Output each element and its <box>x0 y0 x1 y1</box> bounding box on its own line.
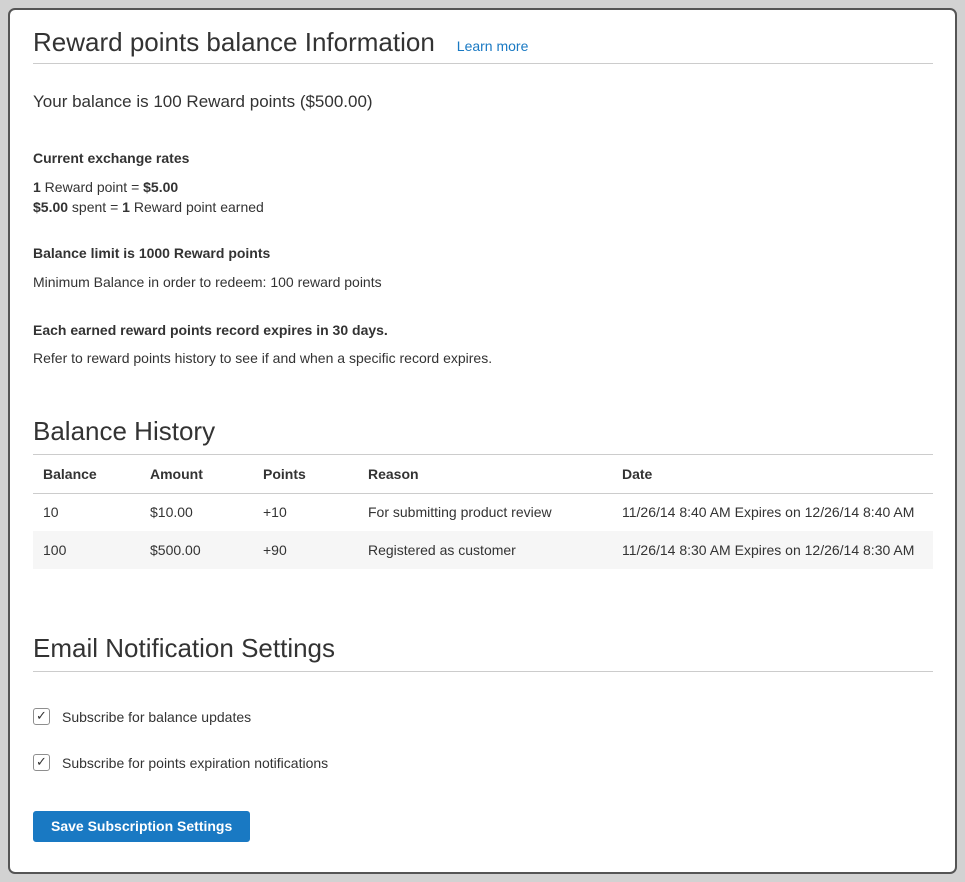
column-header-date: Date <box>612 455 933 493</box>
column-header-balance: Balance <box>33 455 140 493</box>
balance-updates-checkbox[interactable]: ✓ <box>33 708 50 725</box>
reward-points-card: Reward points balance Information Learn … <box>8 8 957 874</box>
balance-updates-option: ✓ Subscribe for balance updates <box>33 708 933 725</box>
table-row: 100 $500.00 +90 Registered as customer 1… <box>33 531 933 569</box>
header-divider <box>33 63 933 64</box>
cell-balance: 100 <box>33 531 140 569</box>
points-expiration-option: ✓ Subscribe for points expiration notifi… <box>33 754 933 771</box>
balance-history-heading: Balance History <box>33 414 933 448</box>
expiration-notice: Each earned reward points record expires… <box>33 320 933 340</box>
header-row: Reward points balance Information Learn … <box>33 23 933 61</box>
save-subscription-settings-button[interactable]: Save Subscription Settings <box>33 811 250 842</box>
cell-balance: 10 <box>33 493 140 531</box>
table-header-row: Balance Amount Points Reason Date <box>33 455 933 493</box>
email-notification-divider <box>33 671 933 672</box>
exchange-rates-lines: 1 Reward point = $5.00 $5.00 spent = 1 R… <box>33 178 933 217</box>
column-header-amount: Amount <box>140 455 253 493</box>
page-title: Reward points balance Information <box>33 23 435 61</box>
page-background: Reward points balance Information Learn … <box>0 0 965 882</box>
cell-points: +90 <box>253 531 358 569</box>
balance-history-table: Balance Amount Points Reason Date 10 $10… <box>33 455 933 569</box>
exchange-rates-heading: Current exchange rates <box>33 148 933 168</box>
cell-reason: For submitting product review <box>358 493 612 531</box>
checkmark-icon: ✓ <box>36 709 47 722</box>
email-notification-heading: Email Notification Settings <box>33 631 933 665</box>
column-header-points: Points <box>253 455 358 493</box>
checkmark-icon: ✓ <box>36 755 47 768</box>
cell-reason: Registered as customer <box>358 531 612 569</box>
cell-amount: $500.00 <box>140 531 253 569</box>
cell-date: 11/26/14 8:30 AM Expires on 12/26/14 8:3… <box>612 531 933 569</box>
points-expiration-label[interactable]: Subscribe for points expiration notifica… <box>62 755 328 771</box>
balance-updates-label[interactable]: Subscribe for balance updates <box>62 709 251 725</box>
balance-limit-text: Balance limit is 1000 Reward points <box>33 243 933 263</box>
rate-currency-to-point: $5.00 spent = 1 Reward point earned <box>33 199 264 215</box>
table-row: 10 $10.00 +10 For submitting product rev… <box>33 493 933 531</box>
points-expiration-checkbox[interactable]: ✓ <box>33 754 50 771</box>
column-header-reason: Reason <box>358 455 612 493</box>
balance-summary: Your balance is 100 Reward points ($500.… <box>33 90 933 114</box>
expiration-hint: Refer to reward points history to see if… <box>33 349 933 369</box>
cell-points: +10 <box>253 493 358 531</box>
rate-point-to-currency: 1 Reward point = $5.00 <box>33 179 178 195</box>
cell-amount: $10.00 <box>140 493 253 531</box>
learn-more-link[interactable]: Learn more <box>457 38 529 54</box>
minimum-balance-text: Minimum Balance in order to redeem: 100 … <box>33 273 933 293</box>
cell-date: 11/26/14 8:40 AM Expires on 12/26/14 8:4… <box>612 493 933 531</box>
